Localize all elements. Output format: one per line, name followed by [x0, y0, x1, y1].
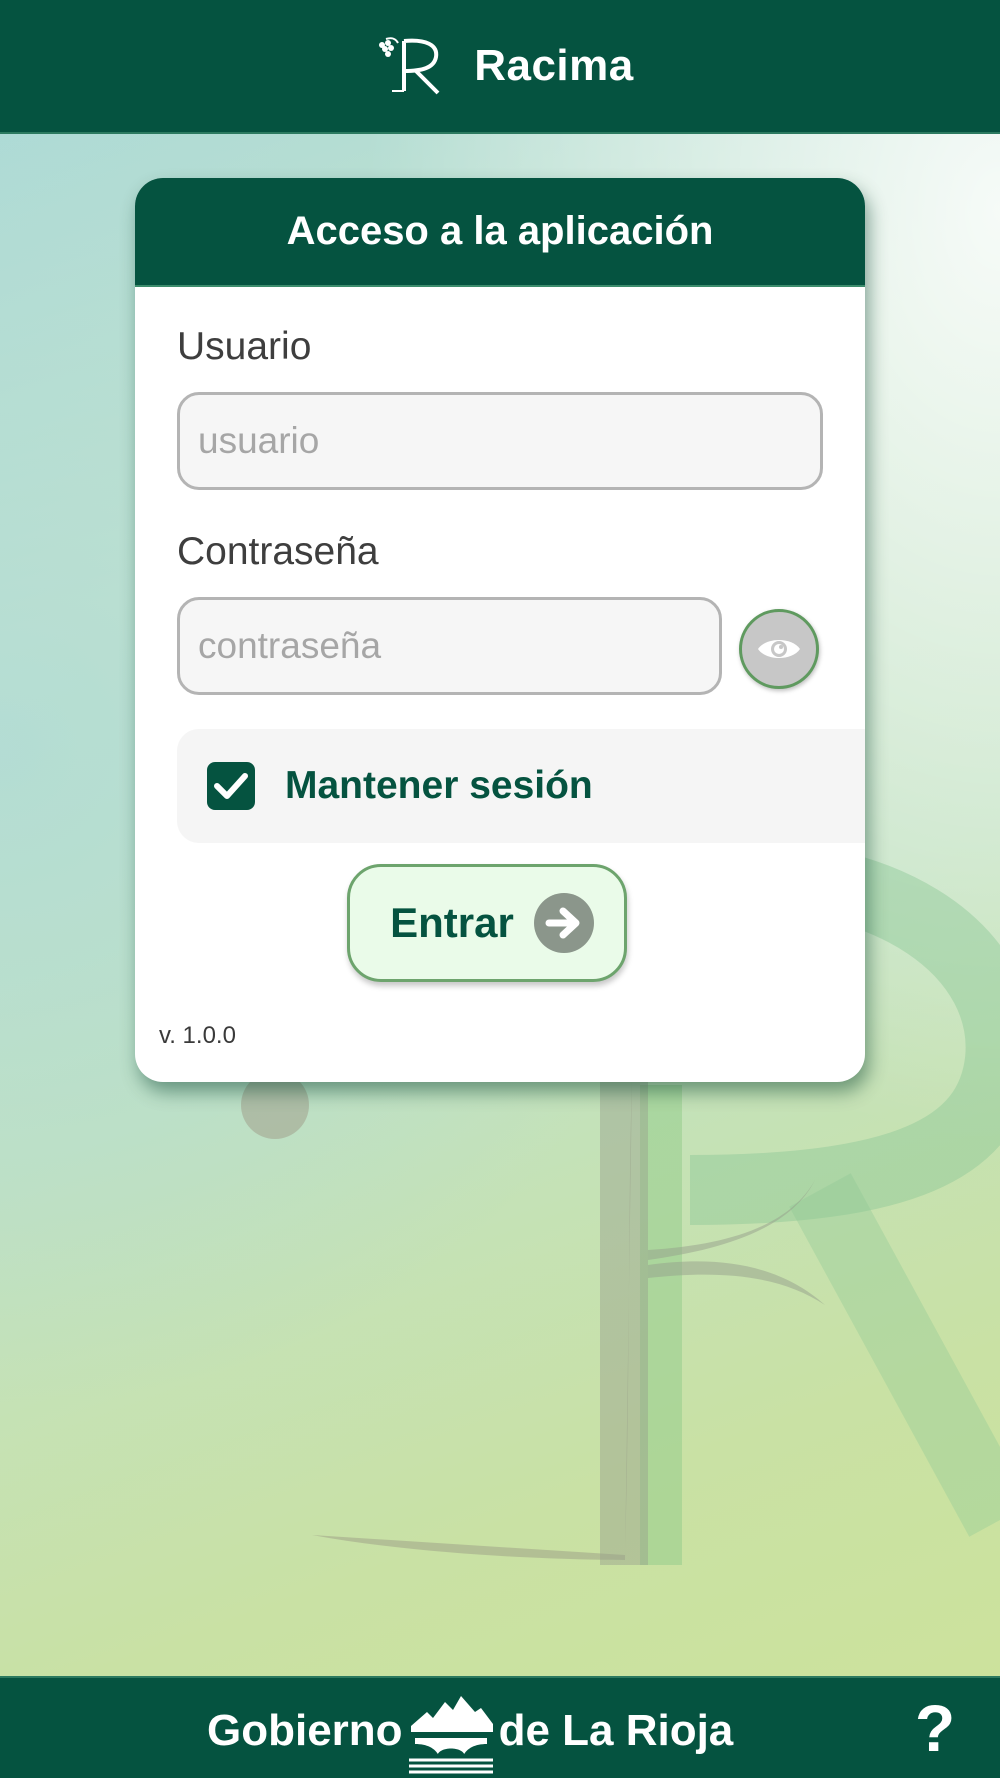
help-button[interactable]: ? [905, 1688, 965, 1768]
keep-session-checkbox[interactable] [207, 762, 255, 810]
login-card-title: Acceso a la aplicación [135, 178, 865, 287]
password-label: Contraseña [177, 530, 379, 573]
login-card: Acceso a la aplicación Usuario Contraseñ… [135, 178, 865, 1082]
username-label: Usuario [177, 325, 312, 368]
app-version: v. 1.0.0 [159, 1022, 236, 1049]
show-password-button[interactable] [739, 609, 819, 689]
gobierno-la-rioja-logo: Gobierno de La Rioja [207, 1686, 733, 1776]
app-title: Racima [474, 41, 634, 90]
keep-session-label: Mantener sesión [285, 764, 593, 807]
checkmark-icon [214, 773, 248, 799]
la-rioja-emblem-icon [408, 1696, 493, 1774]
keep-session-row[interactable]: Mantener sesión [177, 729, 865, 843]
app-footer: Gobierno de La Rioja ? [0, 1676, 1000, 1778]
enter-button-label: Entrar [390, 899, 514, 946]
app-header: Racima [0, 0, 1000, 134]
password-input[interactable] [177, 597, 722, 695]
gov-text-left: Gobierno [207, 1706, 403, 1755]
enter-button[interactable]: Entrar [347, 864, 627, 982]
username-input[interactable] [177, 392, 823, 490]
gov-text-right: de La Rioja [498, 1706, 734, 1755]
racima-logo-icon [379, 37, 440, 95]
arrow-right-circle-icon [533, 893, 594, 953]
eye-icon [758, 640, 800, 658]
